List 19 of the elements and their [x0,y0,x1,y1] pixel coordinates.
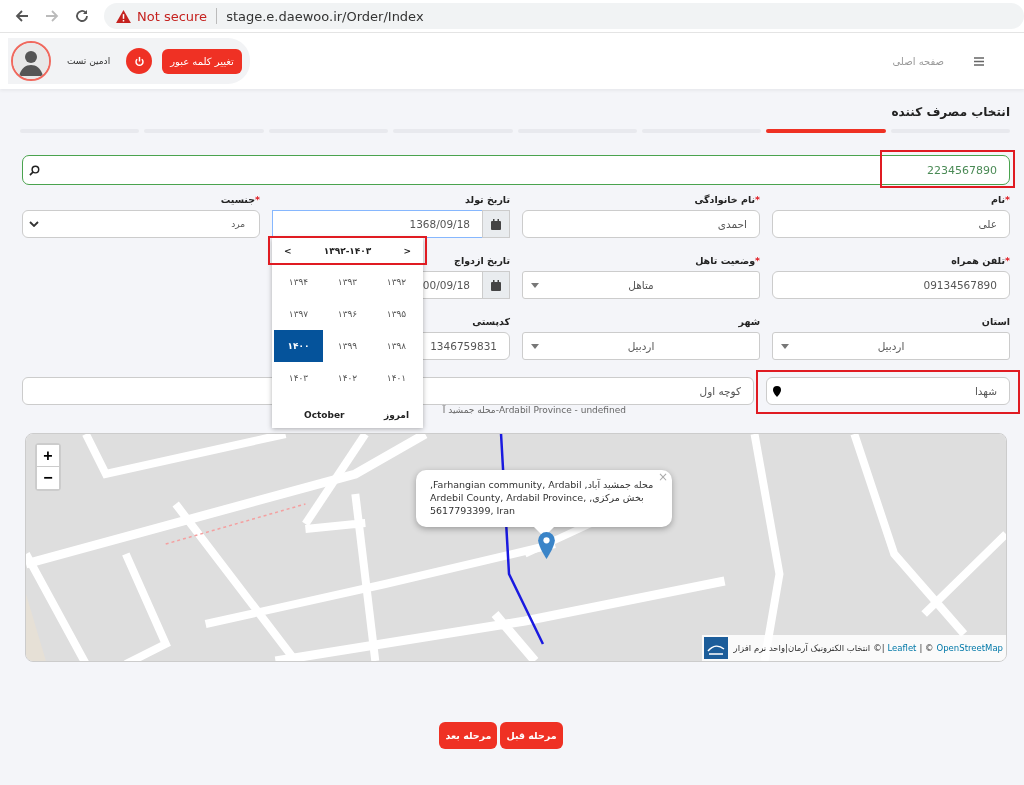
field-label: شهر [737,316,760,330]
field-label: * تلفن همراه [950,255,1010,269]
user-name: ادمین تست [67,56,111,66]
attribution-text: ©| [873,643,885,653]
field-label: کدپستی [471,316,510,329]
page-title: انتخاب مصرف کننده [890,104,1010,119]
field-label: * نام خانوادگی [693,194,760,207]
attribution-text: انتخاب الکترونیک آرمان|واحد نرم افزار [733,643,871,653]
field-label: تاریخ ازدواج [453,255,510,269]
security-label: Not secure [137,8,208,24]
field-label: تاریخ تولد [464,194,510,208]
url-text: stage.e.daewoo.ir/Order/Index [226,8,424,24]
field-label: استان [980,316,1010,329]
attribution-text: | © [919,643,934,653]
address-note: محله جمشید آ-Ardabil Province - undefined [442,405,626,417]
field-label: * نام [989,194,1010,207]
field-label: * وضعیت تاهل [694,255,760,269]
field-label: * جنسیت [219,194,260,207]
popup-text: محله جمشید آباد, Farhangian community, Ardabil, بخش مرکزی, Ardebil County, Ardabil Province, 5617793399, Iran [430,478,655,517]
